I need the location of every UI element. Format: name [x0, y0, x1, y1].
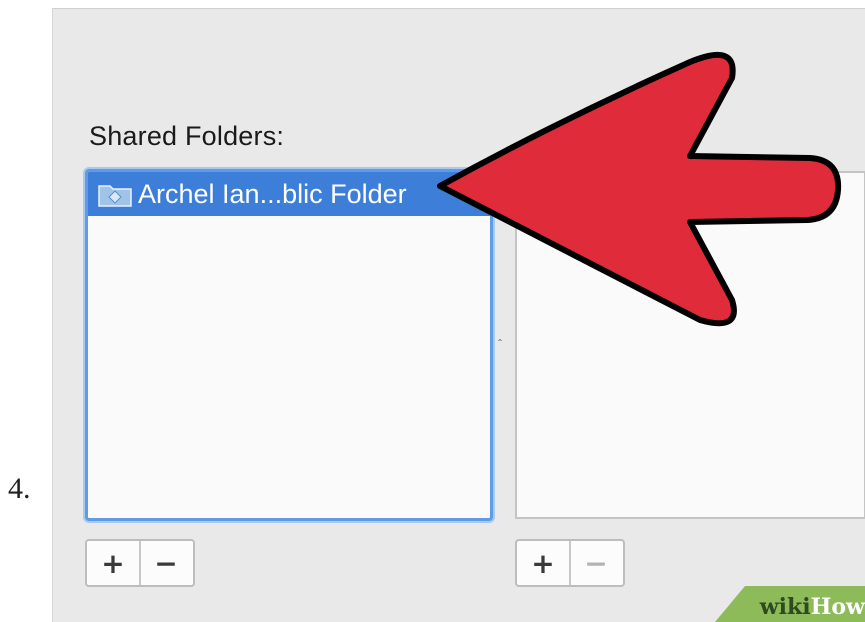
- watermark-how: How: [810, 594, 865, 620]
- add-shared-folder-button[interactable]: +: [87, 541, 139, 585]
- step-number: 4.: [8, 472, 31, 505]
- shared-folders-list[interactable]: Archel Ian...blic Folder: [85, 169, 493, 521]
- shared-folders-label: Shared Folders:: [89, 121, 285, 151]
- shared-folder-item[interactable]: Archel Ian...blic Folder: [88, 172, 490, 216]
- watermark-wiki: wiki: [759, 594, 811, 620]
- shared-folders-button-group: + −: [85, 539, 195, 587]
- wikihow-watermark: wikiHow: [715, 582, 865, 622]
- shared-folder-icon: [98, 185, 132, 207]
- add-user-button[interactable]: +: [517, 541, 569, 585]
- shared-folder-item-label: Archel Ian...blic Folder: [138, 178, 407, 209]
- users-button-group: + −: [515, 539, 625, 587]
- remove-shared-folder-button[interactable]: −: [139, 541, 191, 585]
- users-list[interactable]: [515, 171, 865, 519]
- sharing-panel: Shared Folders: Archel Ian...blic Folder…: [52, 8, 865, 622]
- remove-user-button[interactable]: −: [569, 541, 621, 585]
- split-resize-handle[interactable]: ˆ: [498, 338, 504, 350]
